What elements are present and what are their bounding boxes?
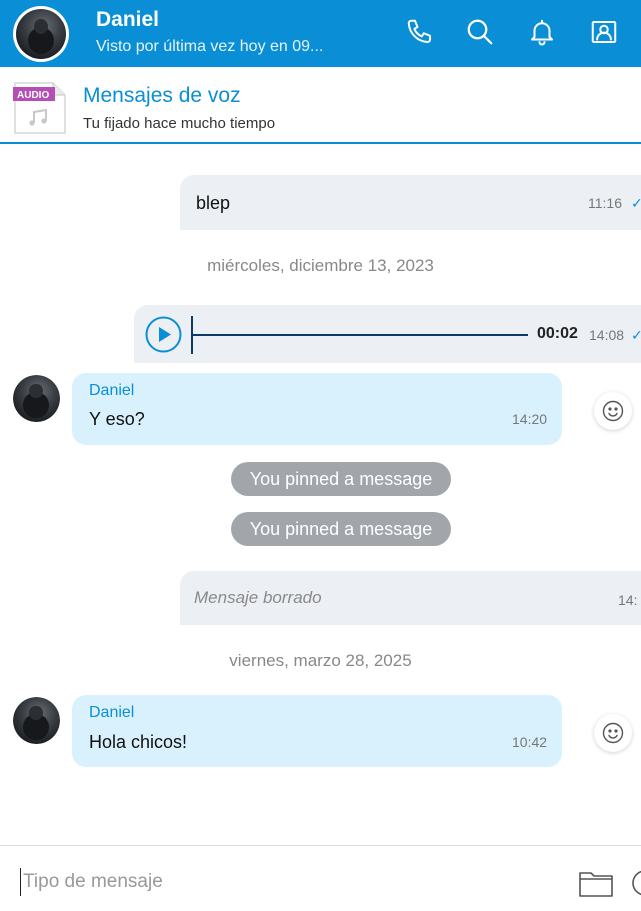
date-separator: viernes, marzo 28, 2025 [229, 651, 412, 670]
pinned-title[interactable]: Mensajes de voz [83, 84, 241, 108]
bell-icon[interactable] [524, 14, 560, 50]
smiley-icon [602, 400, 624, 422]
last-seen-status: Visto por última vez hoy en 09... [96, 38, 324, 55]
sender-name[interactable]: Daniel [89, 704, 134, 722]
play-icon[interactable] [145, 316, 182, 353]
date-separator: miércoles, diciembre 13, 2023 [207, 256, 434, 275]
message-time: 10:42 [512, 734, 548, 750]
message-time: 14:08 [589, 327, 625, 343]
incoming-message[interactable]: Daniel Hola chicos! 10:42 [72, 695, 562, 767]
message-text: Hola chicos! [89, 732, 188, 752]
pinned-notice[interactable]: You pinned a message [231, 512, 451, 546]
sender-name[interactable]: Daniel [89, 382, 134, 400]
message-text: Y eso? [89, 409, 145, 429]
audio-file-label: AUDIO [17, 90, 49, 101]
deleted-text: Mensaje borrado [194, 588, 322, 607]
reaction-button[interactable] [594, 392, 632, 430]
chat-header: Daniel Visto por última vez hoy en 09... [0, 0, 641, 67]
audio-progress-track[interactable] [191, 334, 528, 336]
outgoing-voice-message[interactable]: 00:02 14:08 ✓ [134, 305, 641, 363]
message-input[interactable] [20, 868, 560, 896]
sender-avatar[interactable] [13, 697, 60, 744]
outgoing-message[interactable]: blep 11:16 ✓ [180, 175, 641, 230]
folder-icon[interactable] [578, 868, 614, 898]
contact-avatar[interactable] [13, 6, 69, 62]
audio-file-icon: AUDIO [13, 81, 67, 135]
audio-scrubber[interactable] [191, 316, 193, 354]
pinned-message-bar[interactable]: AUDIO Mensajes de voz Tu fijado hace muc… [0, 67, 641, 144]
pinned-notice[interactable]: You pinned a message [231, 462, 451, 496]
message-time: 11:16 [588, 195, 622, 211]
pinned-subtitle: Tu fijado hace mucho tiempo [83, 115, 276, 132]
delivered-check-icon: ✓ [631, 195, 641, 211]
sender-avatar[interactable] [13, 375, 60, 422]
contact-name[interactable]: Daniel [96, 8, 159, 32]
contact-card-icon[interactable] [586, 14, 622, 50]
message-composer [0, 845, 641, 911]
deleted-message[interactable]: Mensaje borrado 14: [180, 571, 641, 625]
audio-duration: 00:02 [537, 325, 578, 342]
message-time: 14:20 [512, 411, 548, 427]
incoming-message[interactable]: Daniel Y eso? 14:20 [72, 373, 562, 445]
message-time: 14: [618, 592, 638, 608]
message-text: blep [196, 193, 231, 213]
delivered-check-icon: ✓ [631, 327, 641, 343]
emoji-icon[interactable] [630, 868, 641, 898]
smiley-icon [602, 722, 624, 744]
search-icon[interactable] [462, 14, 498, 50]
phone-icon[interactable] [402, 14, 438, 50]
reaction-button[interactable] [594, 714, 632, 752]
